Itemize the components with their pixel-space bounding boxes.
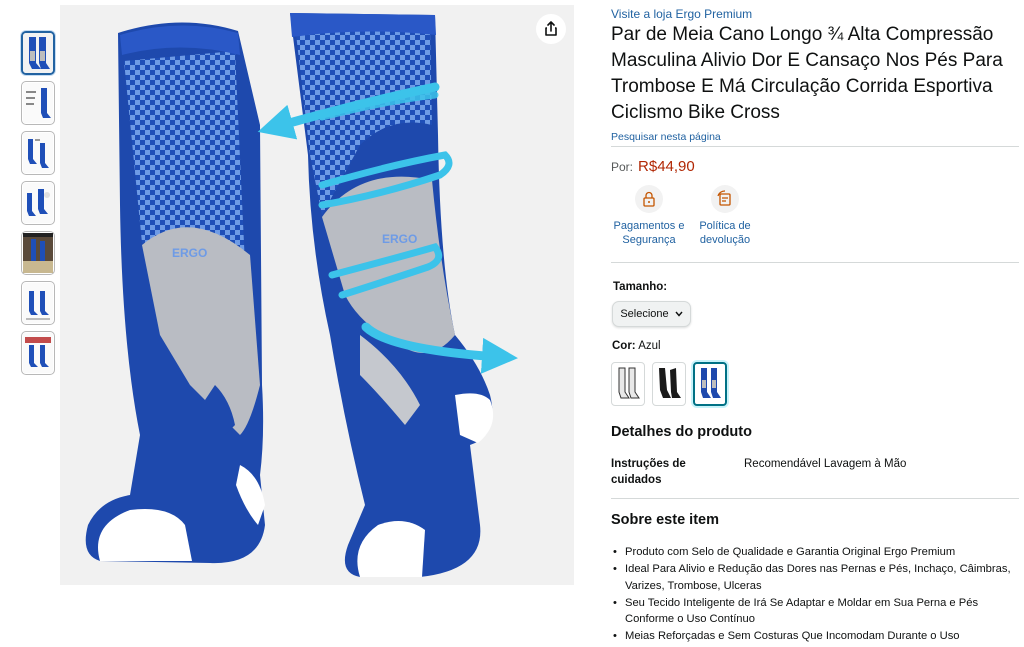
share-icon xyxy=(545,21,557,36)
list-item: Produto com Selo de Qualidade e Garantia… xyxy=(611,544,1021,561)
sock-thumb-image xyxy=(23,33,53,73)
sock-thumb-image xyxy=(23,183,53,223)
list-item: Meias Reforçadas e Sem Costuras Que Inco… xyxy=(611,628,1021,645)
thumbnail-3[interactable] xyxy=(21,131,55,175)
detail-key-line: cuidados xyxy=(611,474,662,486)
sock-thumb-image xyxy=(23,233,53,273)
color-label: Cor: xyxy=(612,340,636,352)
store-link[interactable]: Visite a loja Ergo Premium xyxy=(611,7,752,21)
badge-label: Pagamentos e xyxy=(613,220,685,232)
list-item: Ideal Para Alivio e Redução das Dores na… xyxy=(611,561,1021,594)
price-label: Por: xyxy=(611,160,634,174)
brand-logo-text: ERGO xyxy=(172,246,207,260)
size-select-value: Selecione xyxy=(620,308,669,320)
badge-label: devolução xyxy=(699,234,751,246)
badge-label: Política de xyxy=(699,220,751,232)
divider xyxy=(611,146,1019,147)
color-swatch-white[interactable] xyxy=(611,362,645,406)
sock-thumb-image xyxy=(23,283,53,323)
sock-swatch-image xyxy=(618,367,640,399)
product-details-title: Detalhes do produto xyxy=(611,424,752,440)
return-policy-badge[interactable]: Política de devolução xyxy=(685,185,765,247)
size-label: Tamanho: xyxy=(613,281,668,293)
secure-payment-icon xyxy=(635,185,663,213)
price-value: R$44,90 xyxy=(638,158,695,175)
price-row: Por: R$44,90 xyxy=(611,158,695,175)
share-button[interactable] xyxy=(536,14,566,44)
thumbnail-list xyxy=(21,31,57,381)
sock-thumb-image xyxy=(23,83,53,123)
product-title: Par de Meia Cano Longo ¾ Alta Compressão… xyxy=(611,24,1003,123)
color-swatch-black[interactable] xyxy=(652,362,686,406)
sock-swatch-image xyxy=(701,368,721,398)
thumbnail-1[interactable] xyxy=(21,31,55,75)
color-swatch-blue[interactable] xyxy=(693,362,727,406)
divider xyxy=(611,262,1019,263)
return-policy-icon xyxy=(711,185,739,213)
about-bullet-list: Produto com Selo de Qualidade e Garantia… xyxy=(611,544,1021,645)
color-value: Azul xyxy=(638,340,661,352)
thumbnail-5[interactable] xyxy=(21,231,55,275)
list-item: Seu Tecido Inteligente de Irá Se Adaptar… xyxy=(611,595,1021,628)
chevron-down-icon xyxy=(675,311,683,317)
thumbnail-2[interactable] xyxy=(21,81,55,125)
sock-thumb-image xyxy=(23,333,53,373)
search-this-page-link[interactable]: Pesquisar nesta página xyxy=(611,131,721,143)
thumbnail-6[interactable] xyxy=(21,281,55,325)
main-product-image[interactable]: ERGO ERGO xyxy=(60,5,574,585)
payment-security-badge[interactable]: Pagamentos e Segurança xyxy=(609,185,689,247)
sock-swatch-image xyxy=(659,368,681,398)
detail-key: Instruções de cuidados xyxy=(611,456,721,488)
thumbnail-4[interactable] xyxy=(21,181,55,225)
thumbnail-7[interactable] xyxy=(21,331,55,375)
size-select[interactable]: Selecione xyxy=(612,301,691,327)
detail-key-line: Instruções de xyxy=(611,458,686,470)
badge-label: Segurança xyxy=(622,234,676,246)
brand-logo-text: ERGO xyxy=(382,232,417,246)
about-item-title: Sobre este item xyxy=(611,512,719,528)
color-row: Cor: Azul xyxy=(612,340,661,352)
detail-value: Recomendável Lavagem à Mão xyxy=(744,458,907,470)
sock-thumb-image xyxy=(23,133,53,173)
divider xyxy=(611,498,1019,499)
compression-socks-illustration: ERGO ERGO xyxy=(60,5,574,585)
